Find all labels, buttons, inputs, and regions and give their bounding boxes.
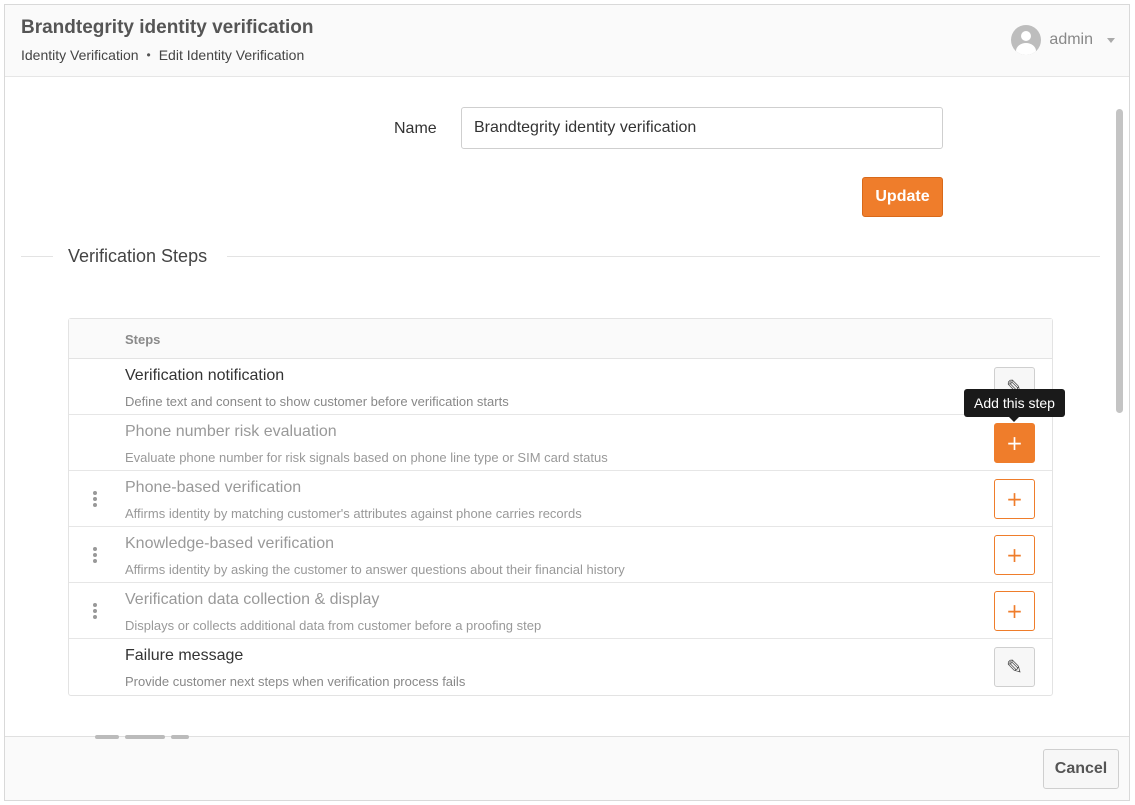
- breadcrumb-link-identity-verification[interactable]: Identity Verification: [21, 47, 139, 63]
- edit-step-button[interactable]: ✎: [994, 647, 1035, 687]
- step-row-verification-notification: Verification notification Define text an…: [69, 359, 1052, 415]
- add-step-tooltip: Add this step: [964, 389, 1065, 422]
- page-footer: Cancel: [5, 735, 1129, 800]
- step-title: Verification notification: [125, 367, 285, 384]
- drag-handle-icon[interactable]: [92, 491, 98, 507]
- steps-table-header: Steps: [69, 319, 1052, 359]
- step-title: Knowledge-based verification: [125, 535, 335, 552]
- step-title: Failure message: [125, 647, 244, 664]
- add-step-button[interactable]: +: [994, 535, 1035, 575]
- step-row-phone-based: Phone-based verification Affirms identit…: [69, 471, 1052, 527]
- plus-icon: +: [1006, 487, 1023, 511]
- edit-icon: ✎: [1006, 655, 1023, 679]
- breadcrumb-current: Edit Identity Verification: [158, 47, 305, 63]
- section-divider-left: [21, 256, 53, 257]
- step-description: Displays or collects additional data fro…: [125, 618, 542, 633]
- steps-table: Steps Verification notification Define t…: [68, 318, 1053, 696]
- breadcrumb: Identity Verification • Edit Identity Ve…: [21, 47, 304, 63]
- step-description: Evaluate phone number for risk signals b…: [125, 450, 608, 465]
- caret-down-icon: [1107, 37, 1115, 43]
- step-title: Phone number risk evaluation: [125, 423, 337, 440]
- plus-icon: +: [1006, 599, 1023, 623]
- page-title: Brandtegrity identity verification: [21, 17, 314, 38]
- user-avatar-icon: [1011, 25, 1042, 55]
- step-description: Define text and consent to show customer…: [125, 394, 509, 409]
- add-step-button[interactable]: +: [994, 423, 1035, 463]
- step-row-failure-message: Failure message Provide customer next st…: [69, 639, 1052, 695]
- cancel-button[interactable]: Cancel: [1043, 749, 1119, 789]
- user-menu[interactable]: admin: [1011, 25, 1115, 55]
- step-description: Affirms identity by asking the customer …: [125, 562, 625, 577]
- scrollbar-thumb[interactable]: [1116, 109, 1123, 413]
- plus-icon: +: [1006, 431, 1023, 455]
- add-step-button[interactable]: +: [994, 479, 1035, 519]
- app-window: Brandtegrity identity verification Ident…: [4, 4, 1130, 801]
- step-title: Verification data collection & display: [125, 591, 380, 608]
- name-input[interactable]: [461, 107, 943, 149]
- page-header: Brandtegrity identity verification Ident…: [5, 5, 1129, 77]
- step-row-data-collection: Verification data collection & display D…: [69, 583, 1052, 639]
- add-step-button[interactable]: +: [994, 591, 1035, 631]
- user-name: admin: [1049, 31, 1093, 48]
- drag-handle-icon[interactable]: [92, 547, 98, 563]
- update-button[interactable]: Update: [862, 177, 943, 217]
- drag-handle-icon[interactable]: [92, 603, 98, 619]
- step-row-phone-risk: Phone number risk evaluation Evaluate ph…: [69, 415, 1052, 471]
- step-row-knowledge-based: Knowledge-based verification Affirms ide…: [69, 527, 1052, 583]
- section-divider-right: [227, 256, 1100, 257]
- name-label: Name: [394, 120, 437, 137]
- step-description: Affirms identity by matching customer's …: [125, 506, 582, 521]
- breadcrumb-separator: •: [146, 48, 151, 62]
- steps-column-header: Steps: [125, 332, 161, 347]
- clipped-content: [95, 735, 190, 741]
- step-description: Provide customer next steps when verific…: [125, 674, 466, 689]
- plus-icon: +: [1006, 543, 1023, 567]
- step-title: Phone-based verification: [125, 479, 302, 496]
- section-title: Verification Steps: [68, 246, 208, 266]
